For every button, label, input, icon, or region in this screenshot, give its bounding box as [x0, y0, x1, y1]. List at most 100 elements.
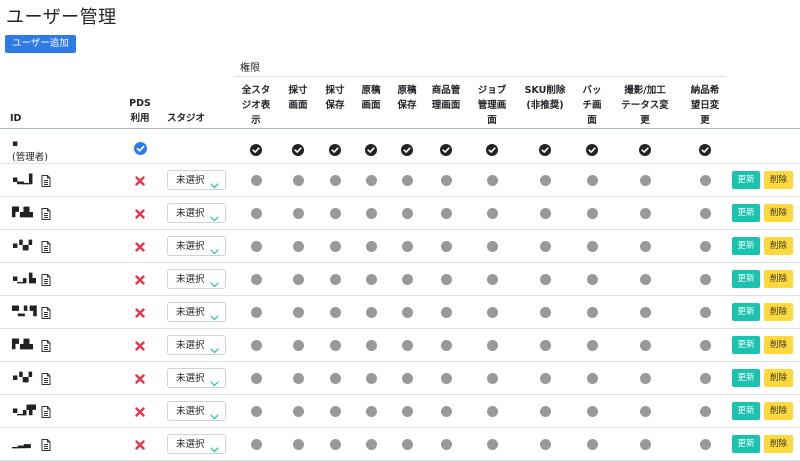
delete-button[interactable]: 削除: [764, 303, 793, 321]
permission-off-dot-icon[interactable]: [699, 339, 711, 351]
update-button[interactable]: 更新: [732, 369, 760, 387]
update-button[interactable]: 更新: [732, 204, 760, 222]
permission-off-dot-icon[interactable]: [292, 273, 304, 285]
permission-off-dot-icon[interactable]: [699, 372, 711, 384]
permission-off-dot-icon[interactable]: [329, 405, 341, 417]
permission-off-dot-icon[interactable]: [365, 339, 377, 351]
update-button[interactable]: 更新: [732, 336, 760, 354]
permission-off-dot-icon[interactable]: [365, 240, 377, 252]
permission-off-dot-icon[interactable]: [440, 273, 452, 285]
permission-off-dot-icon[interactable]: [699, 306, 711, 318]
studio-select[interactable]: 未選択: [167, 335, 226, 355]
permission-off-dot-icon[interactable]: [440, 174, 452, 186]
permission-off-dot-icon[interactable]: [329, 372, 341, 384]
permission-off-dot-icon[interactable]: [486, 240, 498, 252]
permission-off-dot-icon[interactable]: [250, 438, 262, 450]
permission-off-dot-icon[interactable]: [329, 438, 341, 450]
user-detail-document-icon[interactable]: [39, 371, 53, 385]
delete-button[interactable]: 削除: [764, 435, 793, 453]
permission-off-dot-icon[interactable]: [539, 240, 551, 252]
studio-select[interactable]: 未選択: [167, 170, 226, 190]
permission-off-dot-icon[interactable]: [486, 306, 498, 318]
permission-off-dot-icon[interactable]: [329, 339, 341, 351]
permission-off-dot-icon[interactable]: [699, 405, 711, 417]
delete-button[interactable]: 削除: [764, 402, 793, 420]
permission-off-dot-icon[interactable]: [699, 174, 711, 186]
permission-off-dot-icon[interactable]: [486, 405, 498, 417]
permission-off-dot-icon[interactable]: [699, 273, 711, 285]
delete-button[interactable]: 削除: [764, 237, 793, 255]
permission-off-dot-icon[interactable]: [250, 372, 262, 384]
permission-off-dot-icon[interactable]: [292, 339, 304, 351]
user-detail-document-icon[interactable]: [39, 272, 53, 286]
permission-off-dot-icon[interactable]: [586, 207, 598, 219]
permission-off-dot-icon[interactable]: [250, 339, 262, 351]
permission-off-dot-icon[interactable]: [639, 306, 651, 318]
permission-off-dot-icon[interactable]: [365, 438, 377, 450]
permission-off-dot-icon[interactable]: [292, 240, 304, 252]
user-detail-document-icon[interactable]: [39, 206, 53, 220]
permission-off-dot-icon[interactable]: [365, 207, 377, 219]
permission-off-dot-icon[interactable]: [329, 306, 341, 318]
permission-off-dot-icon[interactable]: [329, 273, 341, 285]
permission-off-dot-icon[interactable]: [586, 372, 598, 384]
permission-off-dot-icon[interactable]: [401, 174, 413, 186]
update-button[interactable]: 更新: [732, 402, 760, 420]
permission-off-dot-icon[interactable]: [401, 207, 413, 219]
permission-off-dot-icon[interactable]: [699, 438, 711, 450]
permission-off-dot-icon[interactable]: [486, 174, 498, 186]
studio-select[interactable]: 未選択: [167, 368, 226, 388]
studio-select[interactable]: 未選択: [167, 401, 226, 421]
permission-off-dot-icon[interactable]: [539, 207, 551, 219]
permission-off-dot-icon[interactable]: [440, 339, 452, 351]
permission-off-dot-icon[interactable]: [586, 306, 598, 318]
update-button[interactable]: 更新: [732, 435, 760, 453]
permission-off-dot-icon[interactable]: [539, 438, 551, 450]
permission-off-dot-icon[interactable]: [586, 405, 598, 417]
permission-off-dot-icon[interactable]: [440, 306, 452, 318]
permission-off-dot-icon[interactable]: [639, 405, 651, 417]
delete-button[interactable]: 削除: [764, 369, 793, 387]
permission-off-dot-icon[interactable]: [440, 240, 452, 252]
permission-off-dot-icon[interactable]: [440, 372, 452, 384]
permission-off-dot-icon[interactable]: [250, 240, 262, 252]
permission-off-dot-icon[interactable]: [292, 306, 304, 318]
permission-off-dot-icon[interactable]: [539, 174, 551, 186]
permission-off-dot-icon[interactable]: [401, 306, 413, 318]
permission-off-dot-icon[interactable]: [639, 339, 651, 351]
permission-off-dot-icon[interactable]: [440, 405, 452, 417]
permission-off-dot-icon[interactable]: [586, 339, 598, 351]
permission-off-dot-icon[interactable]: [440, 438, 452, 450]
delete-button[interactable]: 削除: [764, 270, 793, 288]
permission-off-dot-icon[interactable]: [486, 438, 498, 450]
studio-select[interactable]: 未選択: [167, 302, 226, 322]
permission-off-dot-icon[interactable]: [639, 372, 651, 384]
user-detail-document-icon[interactable]: [39, 338, 53, 352]
permission-off-dot-icon[interactable]: [329, 207, 341, 219]
permission-off-dot-icon[interactable]: [250, 405, 262, 417]
user-detail-document-icon[interactable]: [39, 239, 53, 253]
add-user-button[interactable]: ユーザー追加: [5, 35, 76, 53]
permission-off-dot-icon[interactable]: [250, 306, 262, 318]
permission-off-dot-icon[interactable]: [250, 207, 262, 219]
permission-off-dot-icon[interactable]: [329, 174, 341, 186]
studio-select[interactable]: 未選択: [167, 269, 226, 289]
permission-off-dot-icon[interactable]: [365, 174, 377, 186]
permission-off-dot-icon[interactable]: [639, 174, 651, 186]
delete-button[interactable]: 削除: [764, 171, 793, 189]
permission-off-dot-icon[interactable]: [639, 438, 651, 450]
permission-off-dot-icon[interactable]: [586, 273, 598, 285]
permission-off-dot-icon[interactable]: [401, 438, 413, 450]
update-button[interactable]: 更新: [732, 171, 760, 189]
studio-select[interactable]: 未選択: [167, 434, 226, 454]
permission-off-dot-icon[interactable]: [401, 339, 413, 351]
permission-off-dot-icon[interactable]: [586, 174, 598, 186]
permission-off-dot-icon[interactable]: [292, 438, 304, 450]
user-detail-document-icon[interactable]: [39, 404, 53, 418]
permission-off-dot-icon[interactable]: [486, 372, 498, 384]
permission-off-dot-icon[interactable]: [639, 207, 651, 219]
permission-off-dot-icon[interactable]: [292, 174, 304, 186]
update-button[interactable]: 更新: [732, 270, 760, 288]
permission-off-dot-icon[interactable]: [401, 372, 413, 384]
permission-off-dot-icon[interactable]: [292, 372, 304, 384]
